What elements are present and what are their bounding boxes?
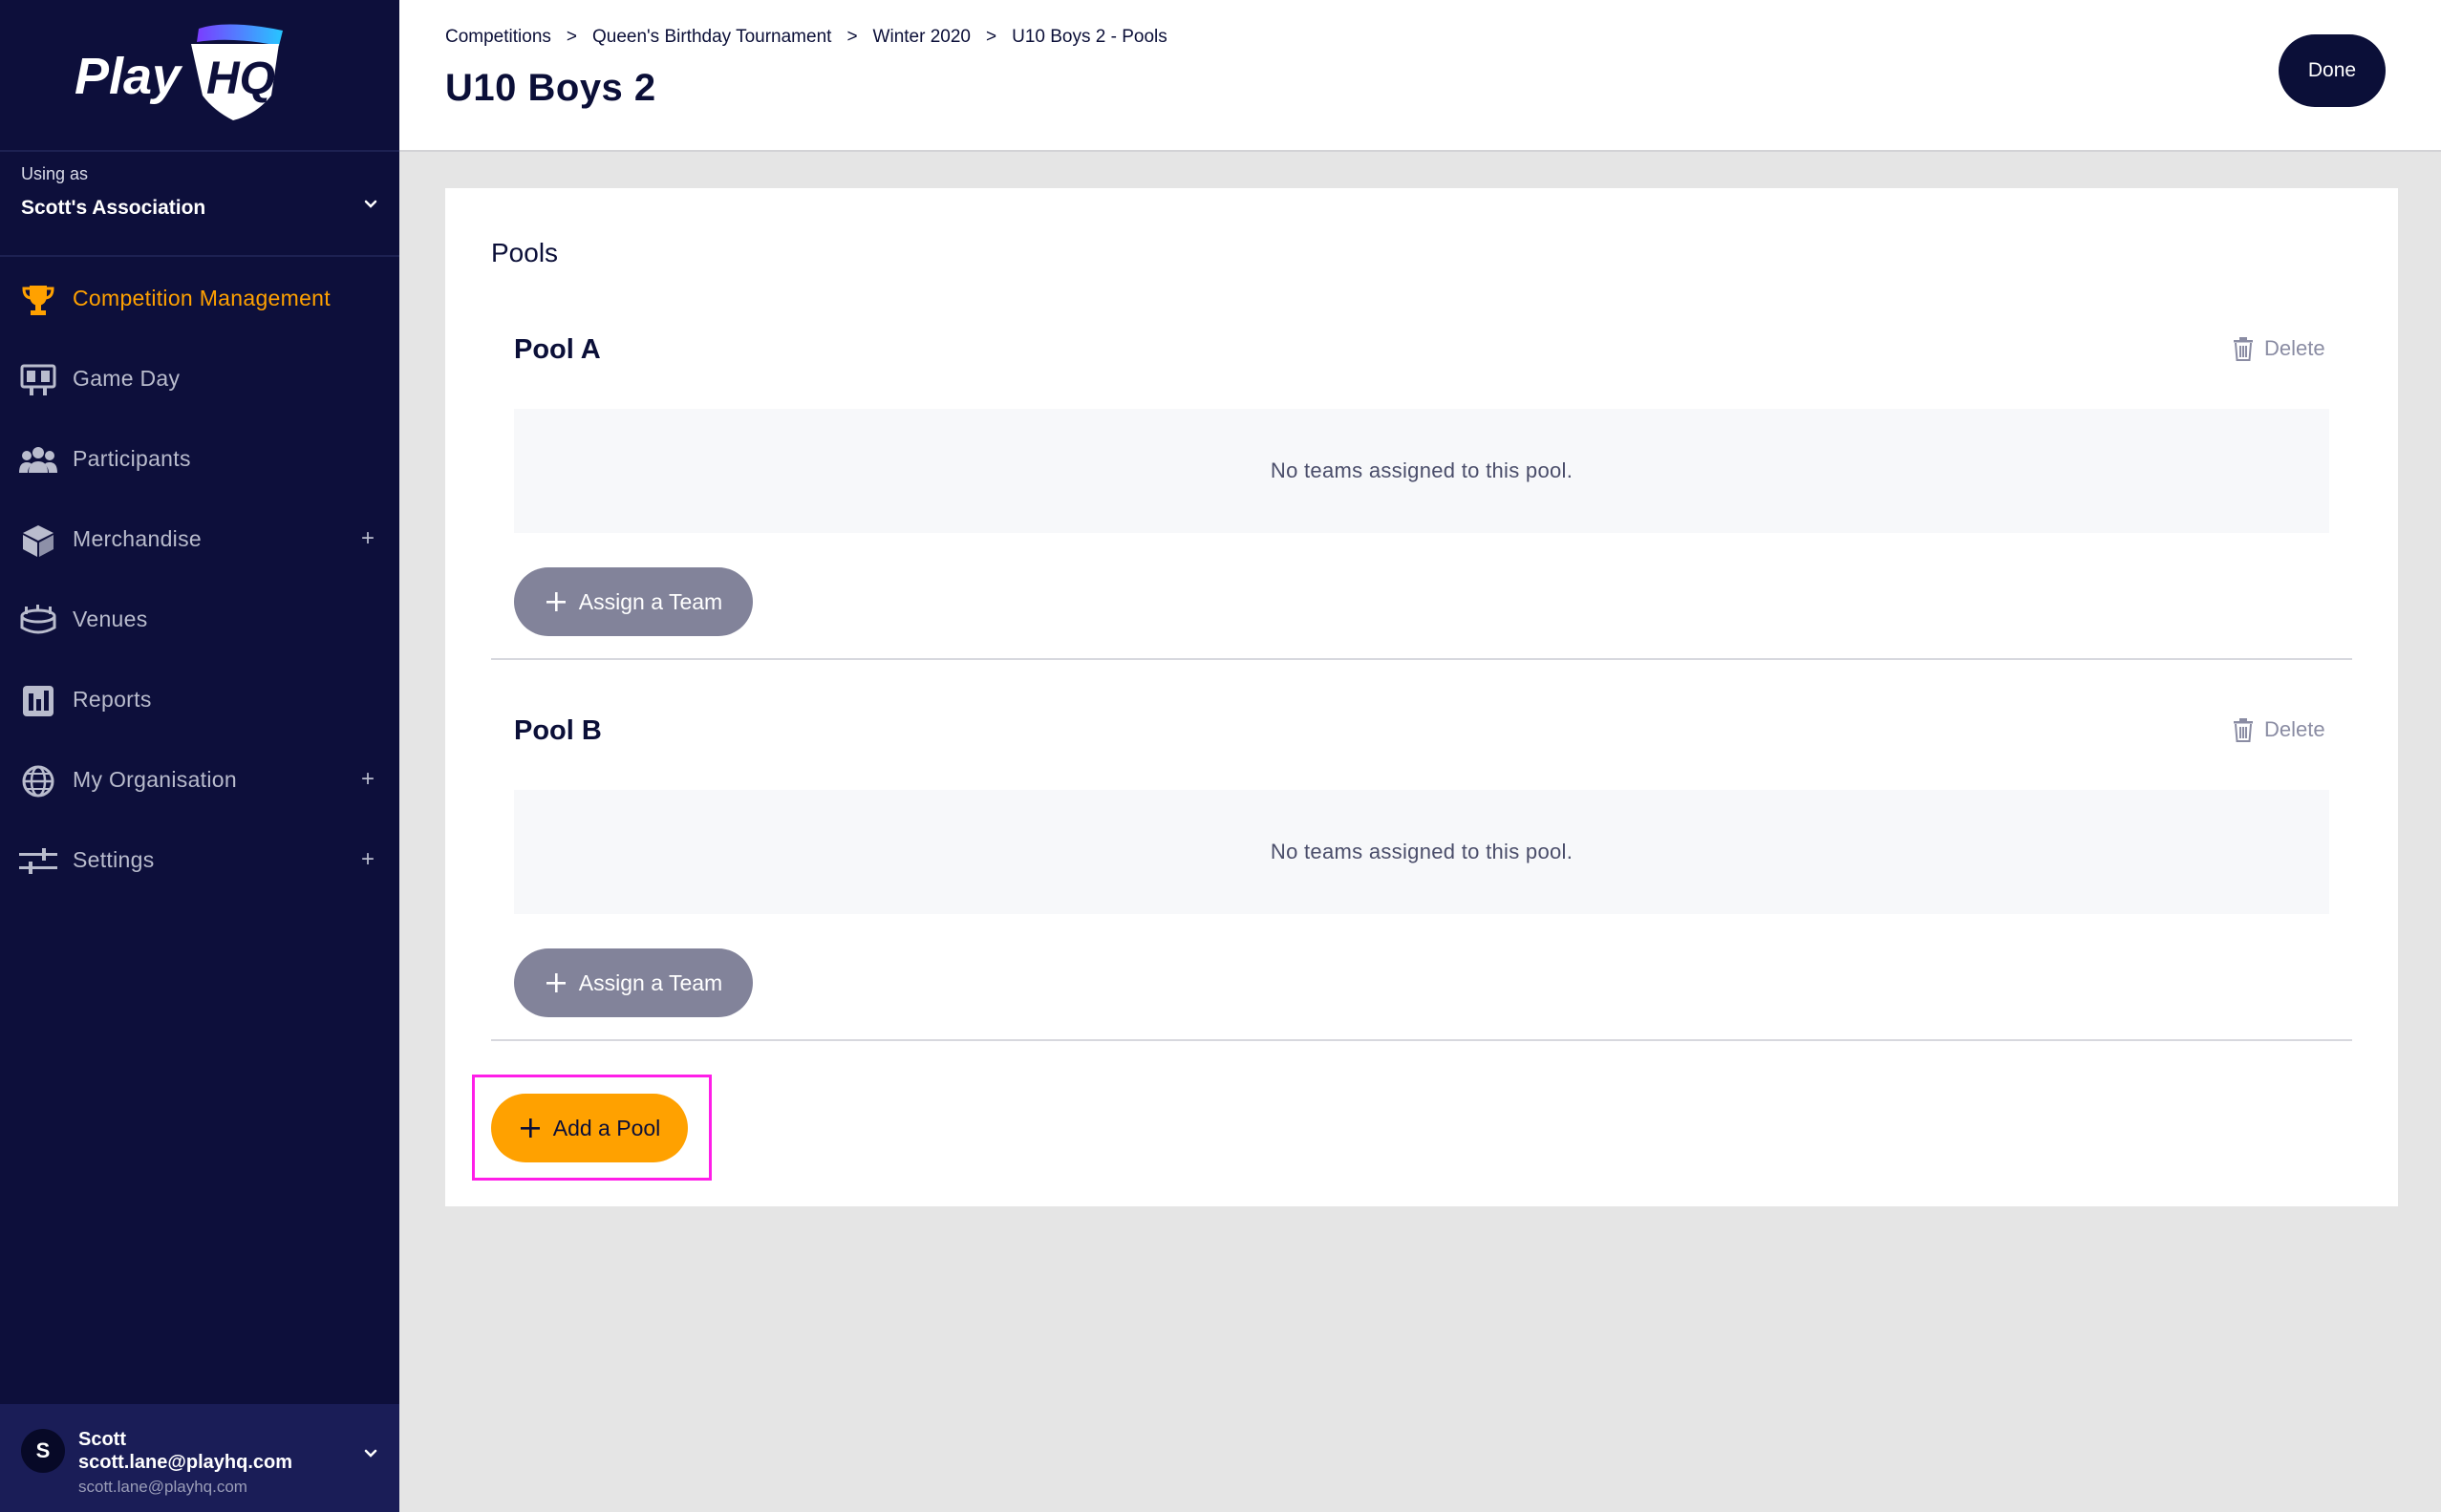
nav-item-settings[interactable]: Settings + bbox=[0, 831, 399, 888]
nav-item-my-organisation[interactable]: My Organisation + bbox=[0, 751, 399, 808]
page-title: U10 Boys 2 bbox=[445, 67, 656, 109]
assign-team-button[interactable]: Assign a Team bbox=[514, 948, 753, 1017]
sidebar: Play HQ Using as Scott's Association Com… bbox=[0, 0, 399, 1512]
using-as-label: Using as bbox=[21, 164, 89, 183]
trash-icon bbox=[2234, 337, 2253, 361]
breadcrumb-separator: > bbox=[846, 27, 858, 47]
globe-icon bbox=[19, 764, 57, 799]
nav-label: Merchandise bbox=[73, 525, 202, 551]
page-header: Competitions > Queen's Birthday Tourname… bbox=[399, 0, 2441, 152]
expand-plus-icon[interactable]: + bbox=[361, 525, 375, 552]
nav-label: Game Day bbox=[73, 365, 181, 391]
nav-item-merchandise[interactable]: Merchandise + bbox=[0, 510, 399, 567]
delete-pool-button[interactable]: Delete bbox=[2232, 717, 2325, 742]
nav-label: Reports bbox=[73, 686, 152, 712]
nav-item-competition-management[interactable]: Competition Management bbox=[0, 269, 399, 327]
breadcrumb-season[interactable]: Winter 2020 bbox=[873, 27, 971, 48]
chevron-down-icon[interactable] bbox=[359, 1442, 382, 1465]
svg-text:HQ: HQ bbox=[206, 53, 275, 104]
pool-name: Pool A bbox=[514, 334, 601, 365]
plus-icon bbox=[546, 973, 566, 992]
plus-icon bbox=[546, 592, 566, 611]
box-icon bbox=[19, 523, 57, 558]
assign-team-label: Assign a Team bbox=[578, 969, 723, 995]
expand-plus-icon[interactable]: + bbox=[361, 766, 375, 793]
bar-chart-icon bbox=[19, 684, 57, 718]
nav-label: Participants bbox=[73, 445, 191, 471]
trophy-icon bbox=[19, 283, 57, 317]
breadcrumb-separator: > bbox=[986, 27, 997, 47]
done-button[interactable]: Done bbox=[2279, 34, 2386, 107]
stadium-icon bbox=[19, 604, 57, 638]
avatar: S bbox=[21, 1429, 65, 1473]
breadcrumb-tournament[interactable]: Queen's Birthday Tournament bbox=[592, 27, 831, 48]
nav-label: Competition Management bbox=[73, 285, 331, 310]
nav-item-game-day[interactable]: Game Day bbox=[0, 350, 399, 407]
delete-label: Delete bbox=[2264, 717, 2325, 741]
pool-section: Pool A Delete No teams assigned to this … bbox=[491, 334, 2352, 661]
nav-item-reports[interactable]: Reports bbox=[0, 671, 399, 728]
pools-card: Pools Pool A Delete No teams assigned to… bbox=[445, 188, 2398, 1206]
trash-icon bbox=[2234, 718, 2253, 742]
nav-item-participants[interactable]: Participants bbox=[0, 430, 399, 487]
user-menu[interactable]: S Scott scott.lane@playhq.com scott.lane… bbox=[0, 1404, 399, 1512]
expand-plus-icon[interactable]: + bbox=[361, 846, 375, 873]
playhq-logo[interactable]: Play HQ bbox=[75, 21, 294, 126]
delete-label: Delete bbox=[2264, 336, 2325, 360]
nav-label: My Organisation bbox=[73, 766, 237, 792]
nav-item-venues[interactable]: Venues bbox=[0, 590, 399, 648]
add-pool-button[interactable]: Add a Pool bbox=[491, 1094, 688, 1162]
chevron-down-icon[interactable] bbox=[359, 193, 382, 216]
assign-team-label: Assign a Team bbox=[578, 588, 723, 614]
org-name[interactable]: Scott's Association bbox=[21, 197, 205, 220]
pool-divider bbox=[491, 658, 2352, 660]
pool-name: Pool B bbox=[514, 715, 602, 746]
sidebar-divider bbox=[0, 150, 399, 152]
breadcrumb: Competitions > Queen's Birthday Tourname… bbox=[445, 27, 1167, 48]
pool-section: Pool B Delete No teams assigned to this … bbox=[491, 715, 2352, 1042]
pool-divider bbox=[491, 1039, 2352, 1041]
scoreboard-icon bbox=[19, 363, 57, 397]
sidebar-divider bbox=[0, 255, 399, 257]
people-icon bbox=[19, 443, 57, 478]
nav-label: Settings bbox=[73, 846, 155, 872]
user-email-primary: scott.lane@playhq.com bbox=[78, 1452, 292, 1473]
breadcrumb-separator: > bbox=[566, 27, 577, 47]
pool-empty-state: No teams assigned to this pool. bbox=[514, 790, 2329, 914]
assign-team-button[interactable]: Assign a Team bbox=[514, 567, 753, 636]
breadcrumb-competitions[interactable]: Competitions bbox=[445, 27, 551, 48]
user-name: Scott bbox=[78, 1429, 126, 1450]
sliders-icon bbox=[19, 844, 57, 879]
plus-icon bbox=[520, 1118, 540, 1138]
breadcrumb-current: U10 Boys 2 - Pools bbox=[1012, 27, 1167, 47]
user-email-secondary: scott.lane@playhq.com bbox=[78, 1478, 247, 1496]
pool-empty-state: No teams assigned to this pool. bbox=[514, 409, 2329, 533]
nav-label: Venues bbox=[73, 606, 148, 631]
add-pool-label: Add a Pool bbox=[552, 1115, 661, 1140]
svg-text:Play: Play bbox=[75, 48, 183, 105]
section-title: Pools bbox=[491, 238, 559, 267]
delete-pool-button[interactable]: Delete bbox=[2232, 336, 2325, 361]
